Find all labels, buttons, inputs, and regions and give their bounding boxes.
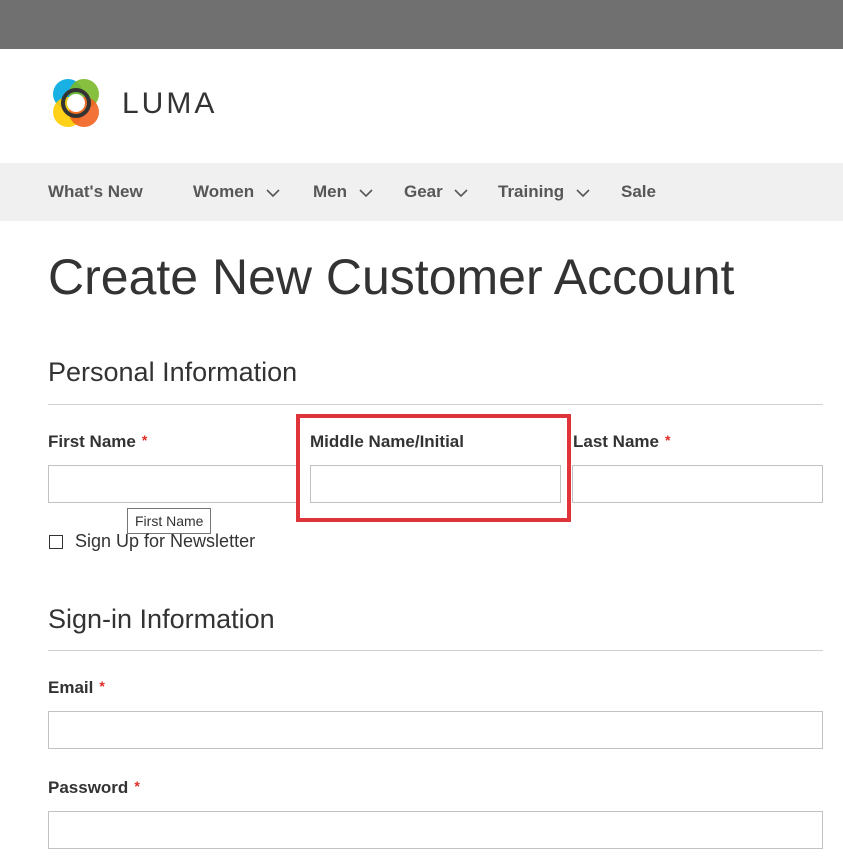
section-title-personal: Personal Information bbox=[48, 357, 298, 387]
nav-item-label: Gear bbox=[404, 182, 443, 201]
chevron-down-icon bbox=[266, 188, 280, 197]
nav-item-training[interactable]: Training bbox=[498, 163, 591, 221]
last-name-input[interactable] bbox=[572, 465, 823, 503]
luma-logo[interactable]: LUMA bbox=[48, 76, 228, 132]
chevron-down-icon bbox=[576, 188, 590, 197]
nav-item-label: What's New bbox=[48, 182, 143, 201]
middle-name-input[interactable] bbox=[310, 465, 561, 503]
nav-item-women[interactable]: Women bbox=[193, 163, 281, 221]
newsletter-checkbox[interactable] bbox=[49, 535, 63, 549]
luma-logo-icon bbox=[53, 79, 99, 127]
last-name-label-text: Last Name bbox=[573, 432, 659, 451]
email-label: Email * bbox=[48, 678, 105, 698]
nav-item-label: Sale bbox=[621, 182, 656, 201]
nav-item-whats-new[interactable]: What's New bbox=[48, 163, 143, 221]
section-divider bbox=[48, 650, 823, 651]
newsletter-label[interactable]: Sign Up for Newsletter bbox=[75, 531, 255, 552]
nav-item-label: Men bbox=[313, 182, 347, 201]
last-name-label: Last Name * bbox=[573, 432, 670, 452]
email-input[interactable] bbox=[48, 711, 823, 749]
required-marker: * bbox=[134, 778, 140, 794]
section-divider bbox=[48, 404, 823, 405]
required-marker: * bbox=[99, 678, 105, 694]
top-bar bbox=[0, 0, 843, 49]
nav-item-gear[interactable]: Gear bbox=[404, 163, 469, 221]
nav-item-label: Training bbox=[498, 182, 565, 201]
required-marker: * bbox=[141, 432, 148, 448]
first-name-label: First Name * bbox=[48, 432, 147, 452]
first-name-input[interactable] bbox=[48, 465, 300, 503]
chevron-down-icon bbox=[359, 188, 373, 197]
middle-name-label: Middle Name/Initial bbox=[310, 432, 464, 451]
nav-item-men[interactable]: Men bbox=[313, 163, 374, 221]
required-marker: * bbox=[664, 432, 671, 448]
password-input[interactable] bbox=[48, 811, 823, 849]
nav-item-label: Women bbox=[193, 182, 255, 201]
main-navigation: What's New Women Men Gear Training Sale bbox=[0, 163, 843, 221]
nav-item-sale[interactable]: Sale bbox=[621, 163, 656, 221]
first-name-label-text: First Name bbox=[48, 432, 136, 451]
brand-name: LUMA bbox=[122, 87, 218, 120]
password-label-text: Password bbox=[48, 778, 129, 797]
password-label: Password * bbox=[48, 778, 140, 798]
section-title-signin: Sign-in Information bbox=[48, 604, 275, 634]
chevron-down-icon bbox=[454, 188, 469, 197]
email-label-text: Email bbox=[48, 678, 94, 697]
page-title: Create New Customer Account bbox=[48, 249, 735, 305]
